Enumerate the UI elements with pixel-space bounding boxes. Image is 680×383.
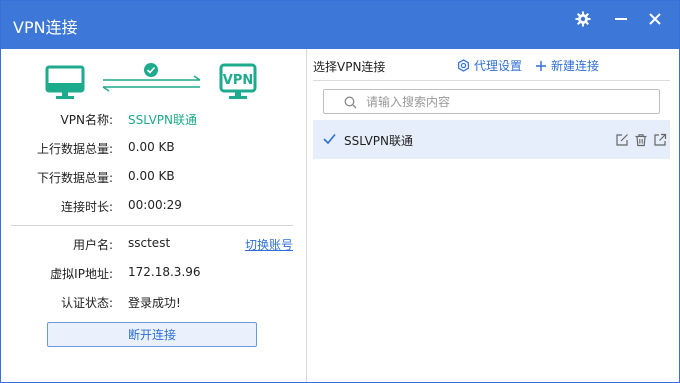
settings-icon	[458, 59, 469, 72]
search-box[interactable]	[323, 89, 660, 114]
select-vpn-title: 选择VPN连接	[313, 60, 386, 74]
edit-icon[interactable]	[615, 133, 629, 147]
minimize-icon	[615, 18, 627, 20]
upload-row: 上行数据总量: 0.00 KB	[1, 138, 307, 158]
connection-illustration: VPN	[45, 63, 257, 99]
section-divider	[11, 225, 293, 226]
vpn-item-name: SSLVPN联通	[344, 134, 414, 148]
checkmark-icon	[323, 133, 336, 145]
search-icon	[344, 96, 357, 109]
vpn-name-label: VPN名称:	[60, 113, 113, 127]
new-connection-label: 新建连接	[551, 59, 600, 73]
check-circle-icon	[144, 63, 158, 77]
title-bar: VPN连接	[1, 1, 679, 49]
vpn-monitor-icon: VPN	[219, 63, 257, 99]
window-title: VPN连接	[13, 18, 78, 37]
monitor-icon	[45, 65, 85, 99]
download-row: 下行数据总量: 0.00 KB	[1, 167, 307, 187]
vpn-list-item[interactable]: SSLVPN联通	[313, 120, 670, 159]
username-row: 用户名: ssctest 切换账号	[1, 234, 307, 254]
vpn-name-value: SSLVPN联通	[128, 113, 198, 127]
trash-icon[interactable]	[634, 133, 648, 147]
virtual-ip-value: 172.18.3.96	[128, 265, 201, 279]
new-connection-button[interactable]: 新建连接	[535, 57, 599, 74]
duration-row: 连接时长: 00:00:29	[1, 196, 307, 216]
download-value: 0.00 KB	[128, 169, 175, 183]
transfer-arrows	[102, 75, 201, 92]
duration-label: 连接时长:	[60, 200, 113, 214]
search-input[interactable]	[366, 93, 646, 111]
gear-icon	[575, 11, 591, 27]
switch-account-link[interactable]: 切换账号	[245, 236, 293, 253]
upload-label: 上行数据总量:	[36, 142, 113, 156]
username-label: 用户名:	[72, 238, 113, 252]
plus-icon	[536, 60, 546, 71]
auth-status-label: 认证状态:	[60, 296, 113, 310]
auth-status-row: 认证状态: 登录成功!	[1, 292, 307, 312]
vpn-text: VPN	[223, 73, 253, 88]
virtual-ip-label: 虚拟IP地址:	[50, 267, 113, 281]
auth-status-value: 登录成功!	[128, 296, 181, 310]
disconnect-button[interactable]: 断开连接	[47, 322, 257, 347]
proxy-settings-label: 代理设置	[474, 59, 523, 73]
settings-button[interactable]	[567, 9, 599, 29]
upload-value: 0.00 KB	[128, 140, 175, 154]
minimize-button[interactable]	[605, 9, 637, 29]
external-link-icon[interactable]	[653, 133, 667, 147]
username-value: ssctest	[128, 236, 171, 250]
download-label: 下行数据总量:	[36, 171, 113, 185]
vpn-window: VPN连接 VPN VPN名称: SSLVPN联通 上行数据总量: 0.00 K…	[0, 0, 680, 383]
duration-value: 00:00:29	[128, 198, 182, 212]
vpn-name-row: VPN名称: SSLVPN联通	[1, 109, 307, 129]
virtual-ip-row: 虚拟IP地址: 172.18.3.96	[1, 263, 307, 283]
connection-status-panel: VPN VPN名称: SSLVPN联通 上行数据总量: 0.00 KB 下行数据…	[1, 49, 307, 382]
proxy-settings-button[interactable]: 代理设置	[457, 57, 522, 74]
close-icon	[649, 13, 661, 25]
header-divider	[313, 80, 670, 81]
vpn-selection-panel: 选择VPN连接 代理设置 新建连接 SS	[307, 49, 679, 382]
close-button[interactable]	[639, 9, 671, 29]
